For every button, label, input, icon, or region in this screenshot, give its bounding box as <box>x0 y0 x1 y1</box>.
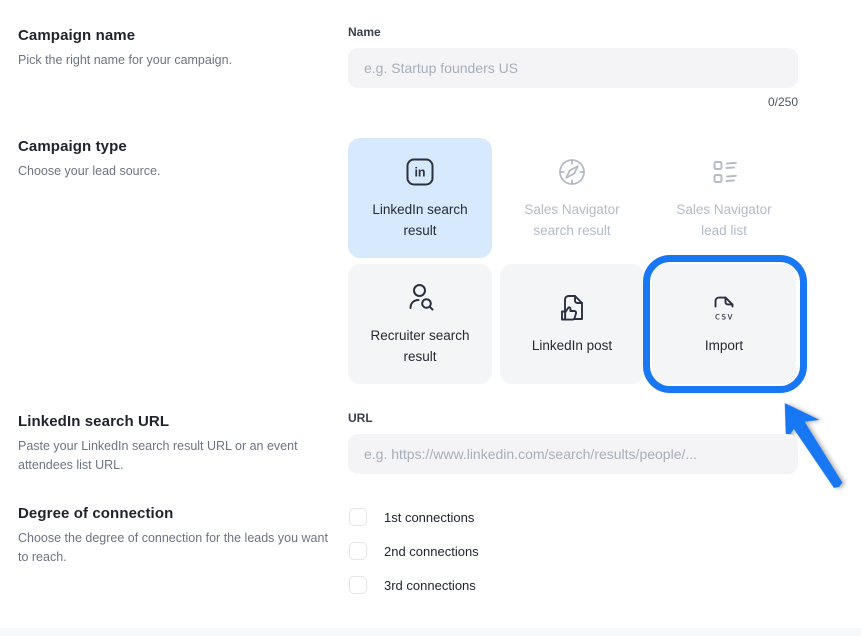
campaign-name-input[interactable] <box>348 48 798 88</box>
svg-text:in: in <box>414 165 425 179</box>
section-degree-of-connection: Degree of connection Choose the degree o… <box>18 505 333 567</box>
post-thumbs-up-icon <box>555 291 589 325</box>
section-campaign-type: Campaign type Choose your lead source. <box>18 138 333 181</box>
tile-sales-navigator-search-result[interactable]: Sales Navigator search result <box>500 138 644 258</box>
compass-icon <box>555 155 589 189</box>
section-campaign-name: Campaign name Pick the right name for yo… <box>18 27 333 70</box>
checkbox-1st-connections[interactable]: 1st connections <box>349 508 479 526</box>
section-description: Pick the right name for your campaign. <box>18 51 333 70</box>
checkbox-icon[interactable] <box>349 508 367 526</box>
csv-file-icon: csv <box>707 291 741 325</box>
section-description: Choose your lead source. <box>18 162 333 181</box>
linkedin-url-field-group: URL <box>348 411 798 474</box>
tile-label: LinkedIn search result <box>362 200 478 242</box>
tile-label: Recruiter search result <box>362 326 478 368</box>
checkbox-label: 3rd connections <box>384 578 476 593</box>
campaign-setup-page: Campaign name Pick the right name for yo… <box>0 0 861 636</box>
campaign-type-grid: in LinkedIn search result Sales Navigato… <box>348 138 796 384</box>
checkbox-icon[interactable] <box>349 576 367 594</box>
section-title: Degree of connection <box>18 505 333 522</box>
section-description: Paste your LinkedIn search result URL or… <box>18 437 333 475</box>
tile-import[interactable]: csv Import <box>652 264 796 384</box>
tile-recruiter-search-result[interactable]: Recruiter search result <box>348 264 492 384</box>
lead-list-icon <box>707 155 741 189</box>
name-field-label: Name <box>348 25 798 39</box>
person-search-icon <box>403 281 437 315</box>
footer-strip <box>0 628 861 636</box>
section-title: LinkedIn search URL <box>18 413 333 430</box>
tile-label: Sales Navigator lead list <box>666 200 782 242</box>
svg-text:csv: csv <box>715 312 734 323</box>
section-linkedin-search-url: LinkedIn search URL Paste your LinkedIn … <box>18 413 333 475</box>
checkbox-3rd-connections[interactable]: 3rd connections <box>349 576 479 594</box>
section-title: Campaign type <box>18 138 333 155</box>
tile-sales-navigator-lead-list[interactable]: Sales Navigator lead list <box>652 138 796 258</box>
section-title: Campaign name <box>18 27 333 44</box>
connection-degree-options: 1st connections 2nd connections 3rd conn… <box>349 508 479 610</box>
tile-linkedin-search-result[interactable]: in LinkedIn search result <box>348 138 492 258</box>
linkedin-url-input[interactable] <box>348 434 798 474</box>
linkedin-icon: in <box>403 155 437 189</box>
tile-label: Import <box>705 336 743 357</box>
campaign-name-field-group: Name 0/250 <box>348 25 798 109</box>
checkbox-2nd-connections[interactable]: 2nd connections <box>349 542 479 560</box>
section-description: Choose the degree of connection for the … <box>18 529 333 567</box>
tile-linkedin-post[interactable]: LinkedIn post <box>500 264 644 384</box>
checkbox-label: 1st connections <box>384 510 474 525</box>
tile-label: LinkedIn post <box>532 336 612 357</box>
checkbox-label: 2nd connections <box>384 544 479 559</box>
char-counter: 0/250 <box>348 95 798 109</box>
checkbox-icon[interactable] <box>349 542 367 560</box>
tile-label: Sales Navigator search result <box>514 200 630 242</box>
url-field-label: URL <box>348 411 798 425</box>
